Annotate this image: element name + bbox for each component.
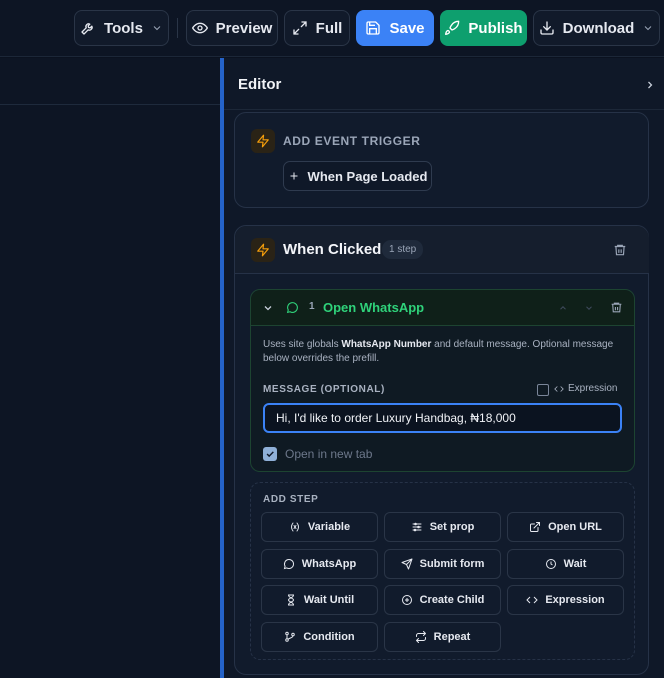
wrench-icon (81, 23, 93, 35)
floppy-icon (366, 21, 381, 35)
editor-title: Editor (238, 76, 282, 93)
expression-toggle-label: Expression (554, 383, 617, 394)
chevron-right-icon[interactable] (644, 78, 656, 92)
bolt-icon-box (251, 129, 275, 153)
trigger-title: When Clicked (283, 241, 382, 258)
code-icon (554, 385, 564, 392)
tools-label: Tools (104, 19, 143, 37)
repeat-icon (415, 631, 426, 643)
step-header: 1 Open WhatsApp (251, 290, 634, 326)
chevron-down-icon (644, 26, 652, 31)
bolt-icon-box (251, 238, 275, 262)
add-step-label: ADD STEP (263, 494, 319, 505)
open-new-tab-label: Open in new tab (285, 447, 373, 461)
git-branch-icon (285, 631, 296, 642)
rocket-icon (445, 20, 460, 35)
bolt-icon (257, 134, 269, 148)
preview-label: Preview (215, 19, 273, 37)
hourglass-icon (287, 594, 294, 606)
step-count-badge: 1 step (382, 240, 424, 259)
add-step-section: ADD STEP Variable Set prop Open URL What… (250, 482, 635, 660)
preview-button[interactable]: Preview (186, 10, 278, 46)
trash-icon[interactable] (613, 243, 627, 257)
code-icon (526, 596, 539, 604)
download-label: Download (562, 19, 635, 37)
save-button[interactable]: Save (356, 10, 434, 46)
plus-icon (290, 172, 298, 180)
when-page-loaded-button[interactable]: When Page Loaded (283, 161, 432, 191)
chevron-down-icon[interactable] (584, 303, 594, 313)
add-whatsapp-button[interactable]: WhatsApp (261, 549, 378, 579)
add-expression-button[interactable]: Expression (507, 585, 624, 615)
add-condition-button[interactable]: Condition (261, 622, 378, 652)
expand-icon (292, 21, 307, 35)
top-toolbar: Tools Preview Full Save Publish Download (0, 0, 664, 57)
save-label: Save (389, 19, 425, 37)
add-set-prop-button[interactable]: Set prop (384, 512, 501, 542)
open-new-tab-checkbox[interactable] (263, 447, 277, 461)
chevron-down-icon (153, 26, 161, 31)
trash-icon[interactable] (610, 301, 623, 314)
canvas-area (0, 58, 220, 678)
chat-bubble-icon (283, 559, 294, 570)
canvas-divider (0, 104, 220, 105)
step-number: 1 (309, 301, 315, 312)
step-name: Open WhatsApp (323, 300, 425, 315)
tools-button[interactable]: Tools (74, 10, 169, 46)
message-input[interactable] (263, 403, 622, 433)
add-create-child-button[interactable]: Create Child (384, 585, 501, 615)
clock-icon (545, 559, 556, 569)
add-event-trigger-card: ADD EVENT TRIGGER When Page Loaded (234, 112, 649, 208)
chevron-up-icon[interactable] (558, 303, 568, 313)
add-variable-button[interactable]: Variable (261, 512, 378, 542)
add-wait-button[interactable]: Wait (507, 549, 624, 579)
full-label: Full (315, 19, 343, 37)
editor-panel: Editor ADD EVENT TRIGGER When Page Loade… (224, 58, 664, 678)
expression-checkbox[interactable] (537, 384, 549, 396)
when-clicked-header: When Clicked 1 step (235, 226, 649, 274)
when-clicked-card: When Clicked 1 step 1 Open WhatsApp Uses… (234, 225, 649, 675)
step-description: Uses site globals WhatsApp Number and de… (263, 339, 614, 364)
download-button[interactable]: Download (533, 10, 660, 46)
add-wait-until-button[interactable]: Wait Until (261, 585, 378, 615)
add-open-url-button[interactable]: Open URL (507, 512, 624, 542)
bolt-icon (257, 243, 269, 257)
plus-circle-icon (401, 595, 412, 605)
add-submit-form-button[interactable]: Submit form (384, 549, 501, 579)
chevron-down-icon[interactable] (262, 302, 274, 314)
eye-icon (191, 22, 208, 34)
check-icon (266, 451, 274, 458)
sliders-icon (412, 522, 422, 532)
add-event-trigger-label: ADD EVENT TRIGGER (283, 134, 421, 148)
send-icon (401, 558, 413, 570)
publish-button[interactable]: Publish (440, 10, 527, 46)
full-button[interactable]: Full (284, 10, 350, 46)
step-open-whatsapp: 1 Open WhatsApp Uses site globals WhatsA… (250, 289, 635, 472)
add-repeat-button[interactable]: Repeat (384, 622, 501, 652)
toolbar-divider (177, 18, 178, 38)
chat-bubble-icon (286, 302, 298, 314)
message-label: MESSAGE (OPTIONAL) (263, 384, 385, 395)
variable-icon (290, 522, 299, 532)
when-page-loaded-label: When Page Loaded (307, 168, 428, 184)
download-icon (539, 21, 554, 35)
publish-label: Publish (468, 19, 523, 37)
external-link-icon (530, 522, 541, 532)
editor-header: Editor (224, 58, 664, 110)
